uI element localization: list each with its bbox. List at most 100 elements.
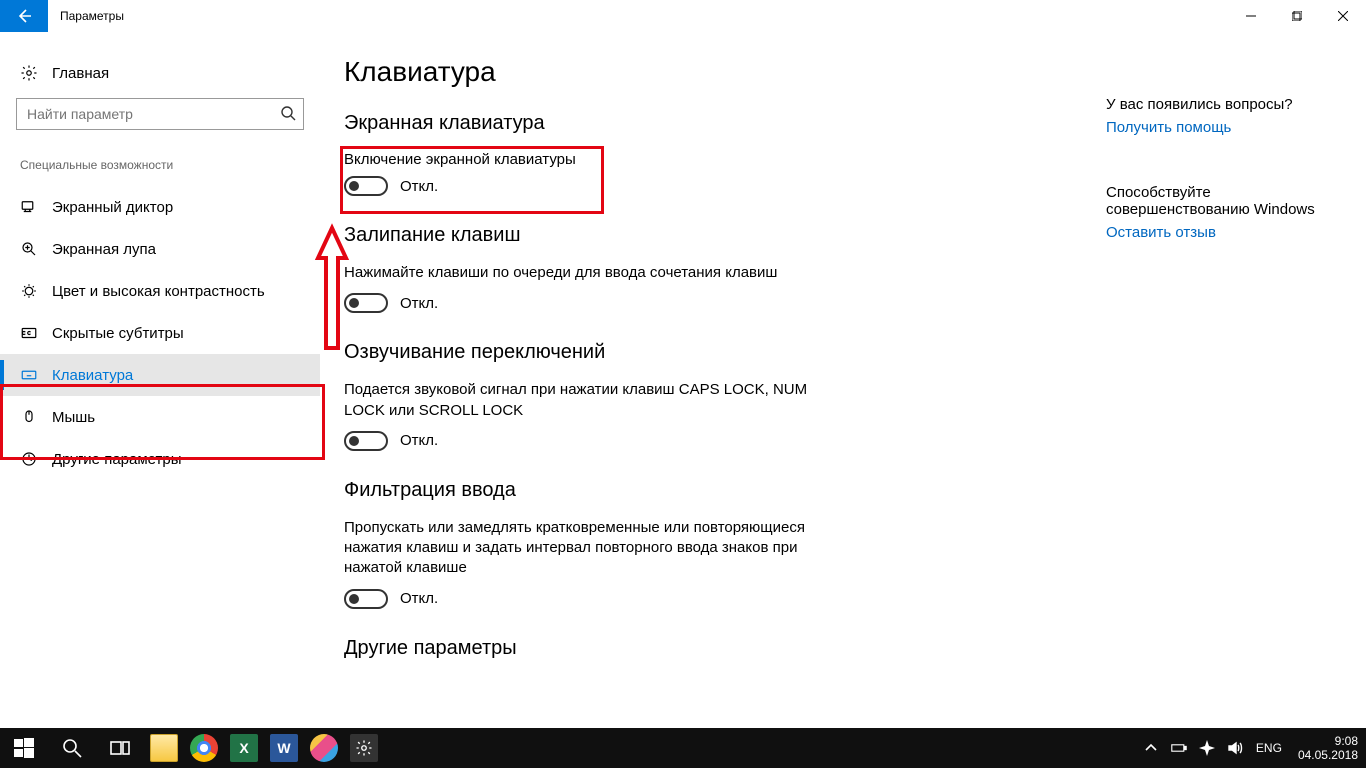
- toggle-onscreen-keyboard[interactable]: [344, 176, 388, 196]
- folder-icon: [150, 734, 178, 762]
- taskbar: ENG 9:08 04.05.2018: [0, 728, 1366, 768]
- feedback-link[interactable]: Оставить отзыв: [1106, 224, 1342, 241]
- section-filter-keys: Фильтрация ввода Пропускать или замедлят…: [344, 479, 1066, 609]
- search-icon: [280, 105, 296, 121]
- taskbar-app-explorer[interactable]: [144, 728, 184, 768]
- chrome-icon: [190, 734, 218, 762]
- section-sticky-keys: Залипание клавиш Нажимайте клавиши по оч…: [344, 224, 1066, 313]
- system-tray: ENG 9:08 04.05.2018: [1140, 734, 1366, 763]
- content: Клавиатура Экранная клавиатура Включение…: [320, 32, 1106, 728]
- section-title: Фильтрация ввода: [344, 479, 1066, 502]
- narrator-icon: [20, 198, 38, 216]
- start-button[interactable]: [0, 728, 48, 768]
- keyboard-icon: [20, 366, 38, 384]
- titlebar: Параметры: [0, 0, 1366, 32]
- home-label: Главная: [52, 65, 109, 82]
- section-title: Озвучивание переключений: [344, 341, 1066, 364]
- close-button[interactable]: [1320, 0, 1366, 32]
- tray-volume[interactable]: [1224, 740, 1246, 756]
- toggle-state: Откл.: [400, 590, 438, 607]
- minimize-button[interactable]: [1228, 0, 1274, 32]
- search-input[interactable]: [16, 98, 304, 130]
- maximize-button[interactable]: [1274, 0, 1320, 32]
- toggle-state: Откл.: [400, 432, 438, 449]
- toggle-sound-keys[interactable]: [344, 431, 388, 451]
- page-title: Клавиатура: [344, 56, 1066, 88]
- section-onscreen-keyboard: Экранная клавиатура Включение экранной к…: [344, 112, 1066, 196]
- arrow-left-icon: [16, 8, 32, 24]
- other-icon: [20, 450, 38, 468]
- sidebar-item-other[interactable]: Другие параметры: [16, 438, 304, 480]
- excel-icon: [230, 734, 258, 762]
- category-label: Специальные возможности: [16, 158, 304, 172]
- taskbar-app-word[interactable]: [264, 728, 304, 768]
- search-wrap: [16, 98, 304, 130]
- taskbar-search-button[interactable]: [48, 728, 96, 768]
- gear-icon: [350, 734, 378, 762]
- help-question: У вас появились вопросы?: [1106, 96, 1342, 113]
- sidebar-item-label: Экранная лупа: [52, 241, 156, 258]
- tray-network[interactable]: [1196, 740, 1218, 756]
- section-title: Залипание клавиш: [344, 224, 1066, 247]
- sidebar-item-keyboard[interactable]: Клавиатура: [0, 354, 320, 396]
- setting-desc: Пропускать или замедлять кратковременные…: [344, 518, 844, 579]
- battery-icon: [1171, 740, 1187, 756]
- clock-time: 9:08: [1298, 734, 1358, 748]
- toggle-state: Откл.: [400, 178, 438, 195]
- taskbar-app-paint[interactable]: [304, 728, 344, 768]
- task-view-button[interactable]: [96, 728, 144, 768]
- word-icon: [270, 734, 298, 762]
- taskbar-app-chrome[interactable]: [184, 728, 224, 768]
- get-help-link[interactable]: Получить помощь: [1106, 119, 1342, 136]
- sidebar-item-label: Скрытые субтитры: [52, 325, 184, 342]
- sidebar-item-captions[interactable]: Скрытые субтитры: [16, 312, 304, 354]
- airplane-icon: [1199, 740, 1215, 756]
- sidebar-item-label: Другие параметры: [52, 451, 182, 468]
- setting-desc: Подается звуковой сигнал при нажатии кла…: [344, 380, 844, 421]
- captions-icon: [20, 324, 38, 342]
- volume-icon: [1227, 740, 1243, 756]
- back-button[interactable]: [0, 0, 48, 32]
- taskbar-app-settings[interactable]: [344, 728, 384, 768]
- close-icon: [1338, 11, 1348, 21]
- sidebar-item-magnifier[interactable]: Экранная лупа: [16, 228, 304, 270]
- window-title: Параметры: [48, 9, 124, 23]
- window-controls: [1228, 0, 1366, 32]
- taskbar-app-excel[interactable]: [224, 728, 264, 768]
- setting-desc: Нажимайте клавиши по очереди для ввода с…: [344, 263, 844, 283]
- section-toggle-keys: Озвучивание переключений Подается звуков…: [344, 341, 1066, 451]
- toggle-filter-keys[interactable]: [344, 589, 388, 609]
- home-button[interactable]: Главная: [16, 56, 304, 98]
- section-other: Другие параметры: [344, 637, 1066, 660]
- language-indicator[interactable]: ENG: [1252, 741, 1286, 755]
- tray-battery[interactable]: [1168, 740, 1190, 756]
- clock[interactable]: 9:08 04.05.2018: [1292, 734, 1358, 763]
- toggle-sticky-keys[interactable]: [344, 293, 388, 313]
- section-title: Экранная клавиатура: [344, 112, 1066, 135]
- contrast-icon: [20, 282, 38, 300]
- search-icon: [62, 738, 82, 758]
- right-column: У вас появились вопросы? Получить помощь…: [1106, 32, 1366, 728]
- sidebar-item-contrast[interactable]: Цвет и высокая контрастность: [16, 270, 304, 312]
- chevron-up-icon: [1143, 740, 1159, 756]
- section-title: Другие параметры: [344, 637, 1066, 660]
- toggle-state: Откл.: [400, 295, 438, 312]
- setting-label: Включение экранной клавиатуры: [344, 151, 1066, 168]
- minimize-icon: [1246, 11, 1256, 21]
- sidebar-item-mouse[interactable]: Мышь: [16, 396, 304, 438]
- magnifier-icon: [20, 240, 38, 258]
- paint-icon: [310, 734, 338, 762]
- sidebar: Главная Специальные возможности Экранный…: [0, 32, 320, 728]
- sidebar-item-label: Экранный диктор: [52, 199, 173, 216]
- sidebar-item-label: Мышь: [52, 409, 95, 426]
- clock-date: 04.05.2018: [1298, 748, 1358, 762]
- gear-icon: [20, 64, 38, 82]
- mouse-icon: [20, 408, 38, 426]
- sidebar-item-label: Клавиатура: [52, 367, 133, 384]
- sidebar-item-label: Цвет и высокая контрастность: [52, 283, 265, 300]
- maximize-icon: [1292, 11, 1302, 21]
- improve-text: Способствуйте совершенствованию Windows: [1106, 184, 1342, 218]
- sidebar-item-narrator[interactable]: Экранный диктор: [16, 186, 304, 228]
- tray-chevron[interactable]: [1140, 740, 1162, 756]
- task-view-icon: [110, 738, 130, 758]
